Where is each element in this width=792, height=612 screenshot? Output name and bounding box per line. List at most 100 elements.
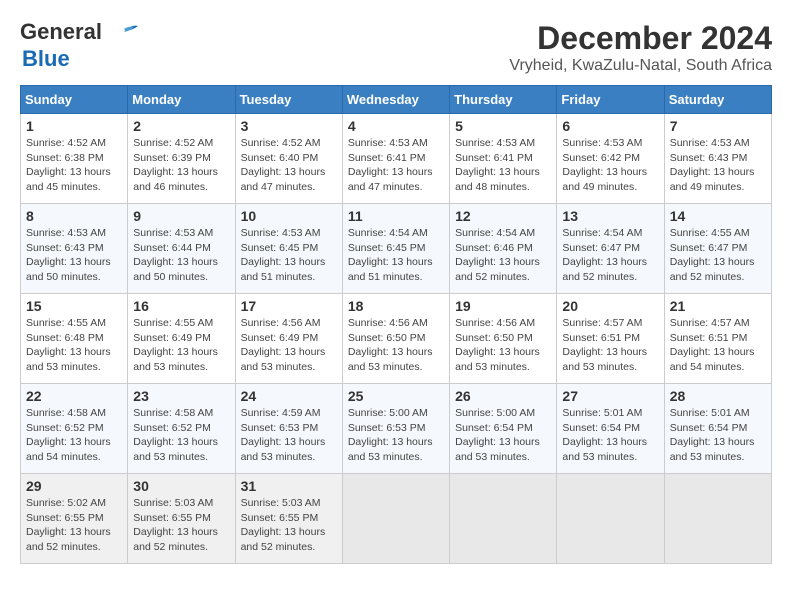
logo-bird-icon	[110, 25, 138, 41]
calendar-week-row: 1Sunrise: 4:52 AMSunset: 6:38 PMDaylight…	[21, 114, 772, 204]
day-number: 30	[133, 478, 229, 494]
day-number: 7	[670, 118, 766, 134]
column-header-thursday: Thursday	[450, 86, 557, 114]
calendar-cell: 28Sunrise: 5:01 AMSunset: 6:54 PMDayligh…	[664, 384, 771, 474]
day-number: 31	[241, 478, 337, 494]
calendar-cell: 12Sunrise: 4:54 AMSunset: 6:46 PMDayligh…	[450, 204, 557, 294]
column-header-monday: Monday	[128, 86, 235, 114]
day-number: 10	[241, 208, 337, 224]
calendar-cell: 31 Sunrise: 5:03 AMSunset: 6:55 PMDayligh…	[235, 474, 342, 564]
day-info: Sunrise: 4:56 AMSunset: 6:50 PMDaylight:…	[348, 316, 444, 375]
calendar-cell: 19 Sunrise: 4:56 AMSunset: 6:50 PMDayligh…	[450, 294, 557, 384]
calendar-cell: 6 Sunrise: 4:53 AMSunset: 6:42 PMDaylight…	[557, 114, 664, 204]
calendar-cell: 20Sunrise: 4:57 AMSunset: 6:51 PMDayligh…	[557, 294, 664, 384]
day-info: Sunrise: 4:54 AMSunset: 6:47 PMDaylight:…	[562, 226, 658, 285]
calendar-cell: 23 Sunrise: 4:58 AMSunset: 6:52 PMDayligh…	[128, 384, 235, 474]
day-info: Sunrise: 5:03 AMSunset: 6:55 PMDaylight:…	[133, 496, 229, 555]
day-number: 2	[133, 118, 229, 134]
day-number: 15	[26, 298, 122, 314]
day-info: Sunrise: 4:52 AMSunset: 6:40 PMDaylight:…	[241, 136, 337, 195]
day-info: Sunrise: 4:54 AMSunset: 6:46 PMDaylight:…	[455, 226, 551, 285]
calendar-table: SundayMondayTuesdayWednesdayThursdayFrid…	[20, 85, 772, 564]
calendar-cell: 27Sunrise: 5:01 AMSunset: 6:54 PMDayligh…	[557, 384, 664, 474]
day-info: Sunrise: 4:58 AMSunset: 6:52 PMDaylight:…	[133, 406, 229, 465]
day-info: Sunrise: 5:00 AMSunset: 6:53 PMDaylight:…	[348, 406, 444, 465]
day-number: 16	[133, 298, 229, 314]
calendar-cell: 10 Sunrise: 4:53 AMSunset: 6:45 PMDayligh…	[235, 204, 342, 294]
day-info: Sunrise: 4:53 AMSunset: 6:41 PMDaylight:…	[348, 136, 444, 195]
day-number: 11	[348, 208, 444, 224]
calendar-cell: 30 Sunrise: 5:03 AMSunset: 6:55 PMDayligh…	[128, 474, 235, 564]
calendar-cell: 7Sunrise: 4:53 AMSunset: 6:43 PMDaylight…	[664, 114, 771, 204]
calendar-week-row: 8 Sunrise: 4:53 AMSunset: 6:43 PMDaylight…	[21, 204, 772, 294]
day-info: Sunrise: 4:56 AMSunset: 6:50 PMDaylight:…	[455, 316, 551, 375]
calendar-cell: 21Sunrise: 4:57 AMSunset: 6:51 PMDayligh…	[664, 294, 771, 384]
calendar-week-row: 29Sunrise: 5:02 AMSunset: 6:55 PMDayligh…	[21, 474, 772, 564]
day-number: 6	[562, 118, 658, 134]
calendar-cell: 5Sunrise: 4:53 AMSunset: 6:41 PMDaylight…	[450, 114, 557, 204]
calendar-cell: 22 Sunrise: 4:58 AMSunset: 6:52 PMDayligh…	[21, 384, 128, 474]
calendar-cell: 13 Sunrise: 4:54 AMSunset: 6:47 PMDayligh…	[557, 204, 664, 294]
day-info: Sunrise: 4:55 AMSunset: 6:48 PMDaylight:…	[26, 316, 122, 375]
day-number: 25	[348, 388, 444, 404]
day-number: 24	[241, 388, 337, 404]
day-info: Sunrise: 4:59 AMSunset: 6:53 PMDaylight:…	[241, 406, 337, 465]
day-number: 21	[670, 298, 766, 314]
day-info: Sunrise: 4:52 AMSunset: 6:39 PMDaylight:…	[133, 136, 229, 195]
day-number: 18	[348, 298, 444, 314]
day-info: Sunrise: 4:52 AMSunset: 6:38 PMDaylight:…	[26, 136, 122, 195]
column-header-wednesday: Wednesday	[342, 86, 449, 114]
calendar-cell: 25 Sunrise: 5:00 AMSunset: 6:53 PMDayligh…	[342, 384, 449, 474]
day-info: Sunrise: 4:55 AMSunset: 6:49 PMDaylight:…	[133, 316, 229, 375]
day-number: 17	[241, 298, 337, 314]
day-info: Sunrise: 5:01 AMSunset: 6:54 PMDaylight:…	[670, 406, 766, 465]
title-section: December 2024 Vryheid, KwaZulu-Natal, So…	[509, 20, 772, 75]
day-number: 5	[455, 118, 551, 134]
day-info: Sunrise: 5:02 AMSunset: 6:55 PMDaylight:…	[26, 496, 122, 555]
calendar-cell	[664, 474, 771, 564]
day-info: Sunrise: 5:00 AMSunset: 6:54 PMDaylight:…	[455, 406, 551, 465]
subtitle: Vryheid, KwaZulu-Natal, South Africa	[509, 57, 772, 75]
calendar-cell: 4Sunrise: 4:53 AMSunset: 6:41 PMDaylight…	[342, 114, 449, 204]
column-header-friday: Friday	[557, 86, 664, 114]
day-number: 23	[133, 388, 229, 404]
calendar-cell: 9 Sunrise: 4:53 AMSunset: 6:44 PMDaylight…	[128, 204, 235, 294]
day-number: 20	[562, 298, 658, 314]
day-number: 13	[562, 208, 658, 224]
day-info: Sunrise: 4:55 AMSunset: 6:47 PMDaylight:…	[670, 226, 766, 285]
day-info: Sunrise: 4:58 AMSunset: 6:52 PMDaylight:…	[26, 406, 122, 465]
calendar-cell: 17 Sunrise: 4:56 AMSunset: 6:49 PMDayligh…	[235, 294, 342, 384]
calendar-cell: 8 Sunrise: 4:53 AMSunset: 6:43 PMDaylight…	[21, 204, 128, 294]
calendar-cell: 29Sunrise: 5:02 AMSunset: 6:55 PMDayligh…	[21, 474, 128, 564]
day-number: 8	[26, 208, 122, 224]
column-header-saturday: Saturday	[664, 86, 771, 114]
day-number: 26	[455, 388, 551, 404]
calendar-cell	[450, 474, 557, 564]
calendar-cell: 24 Sunrise: 4:59 AMSunset: 6:53 PMDayligh…	[235, 384, 342, 474]
calendar-header-row: SundayMondayTuesdayWednesdayThursdayFrid…	[21, 86, 772, 114]
calendar-cell: 16 Sunrise: 4:55 AMSunset: 6:49 PMDayligh…	[128, 294, 235, 384]
calendar-cell: 18 Sunrise: 4:56 AMSunset: 6:50 PMDayligh…	[342, 294, 449, 384]
day-info: Sunrise: 4:53 AMSunset: 6:45 PMDaylight:…	[241, 226, 337, 285]
calendar-cell	[342, 474, 449, 564]
day-info: Sunrise: 4:53 AMSunset: 6:44 PMDaylight:…	[133, 226, 229, 285]
day-number: 3	[241, 118, 337, 134]
day-info: Sunrise: 4:54 AMSunset: 6:45 PMDaylight:…	[348, 226, 444, 285]
logo: General Blue	[20, 20, 138, 72]
column-header-tuesday: Tuesday	[235, 86, 342, 114]
calendar-cell	[557, 474, 664, 564]
day-info: Sunrise: 4:53 AMSunset: 6:43 PMDaylight:…	[26, 226, 122, 285]
calendar-cell: 1Sunrise: 4:52 AMSunset: 6:38 PMDaylight…	[21, 114, 128, 204]
day-info: Sunrise: 5:01 AMSunset: 6:54 PMDaylight:…	[562, 406, 658, 465]
logo-text: General	[20, 20, 138, 44]
calendar-cell: 15 Sunrise: 4:55 AMSunset: 6:48 PMDayligh…	[21, 294, 128, 384]
day-info: Sunrise: 4:56 AMSunset: 6:49 PMDaylight:…	[241, 316, 337, 375]
day-info: Sunrise: 4:53 AMSunset: 6:42 PMDaylight:…	[562, 136, 658, 195]
day-number: 19	[455, 298, 551, 314]
day-number: 22	[26, 388, 122, 404]
column-header-sunday: Sunday	[21, 86, 128, 114]
day-number: 14	[670, 208, 766, 224]
day-number: 9	[133, 208, 229, 224]
calendar-cell: 26 Sunrise: 5:00 AMSunset: 6:54 PMDayligh…	[450, 384, 557, 474]
day-info: Sunrise: 5:03 AMSunset: 6:55 PMDaylight:…	[241, 496, 337, 555]
